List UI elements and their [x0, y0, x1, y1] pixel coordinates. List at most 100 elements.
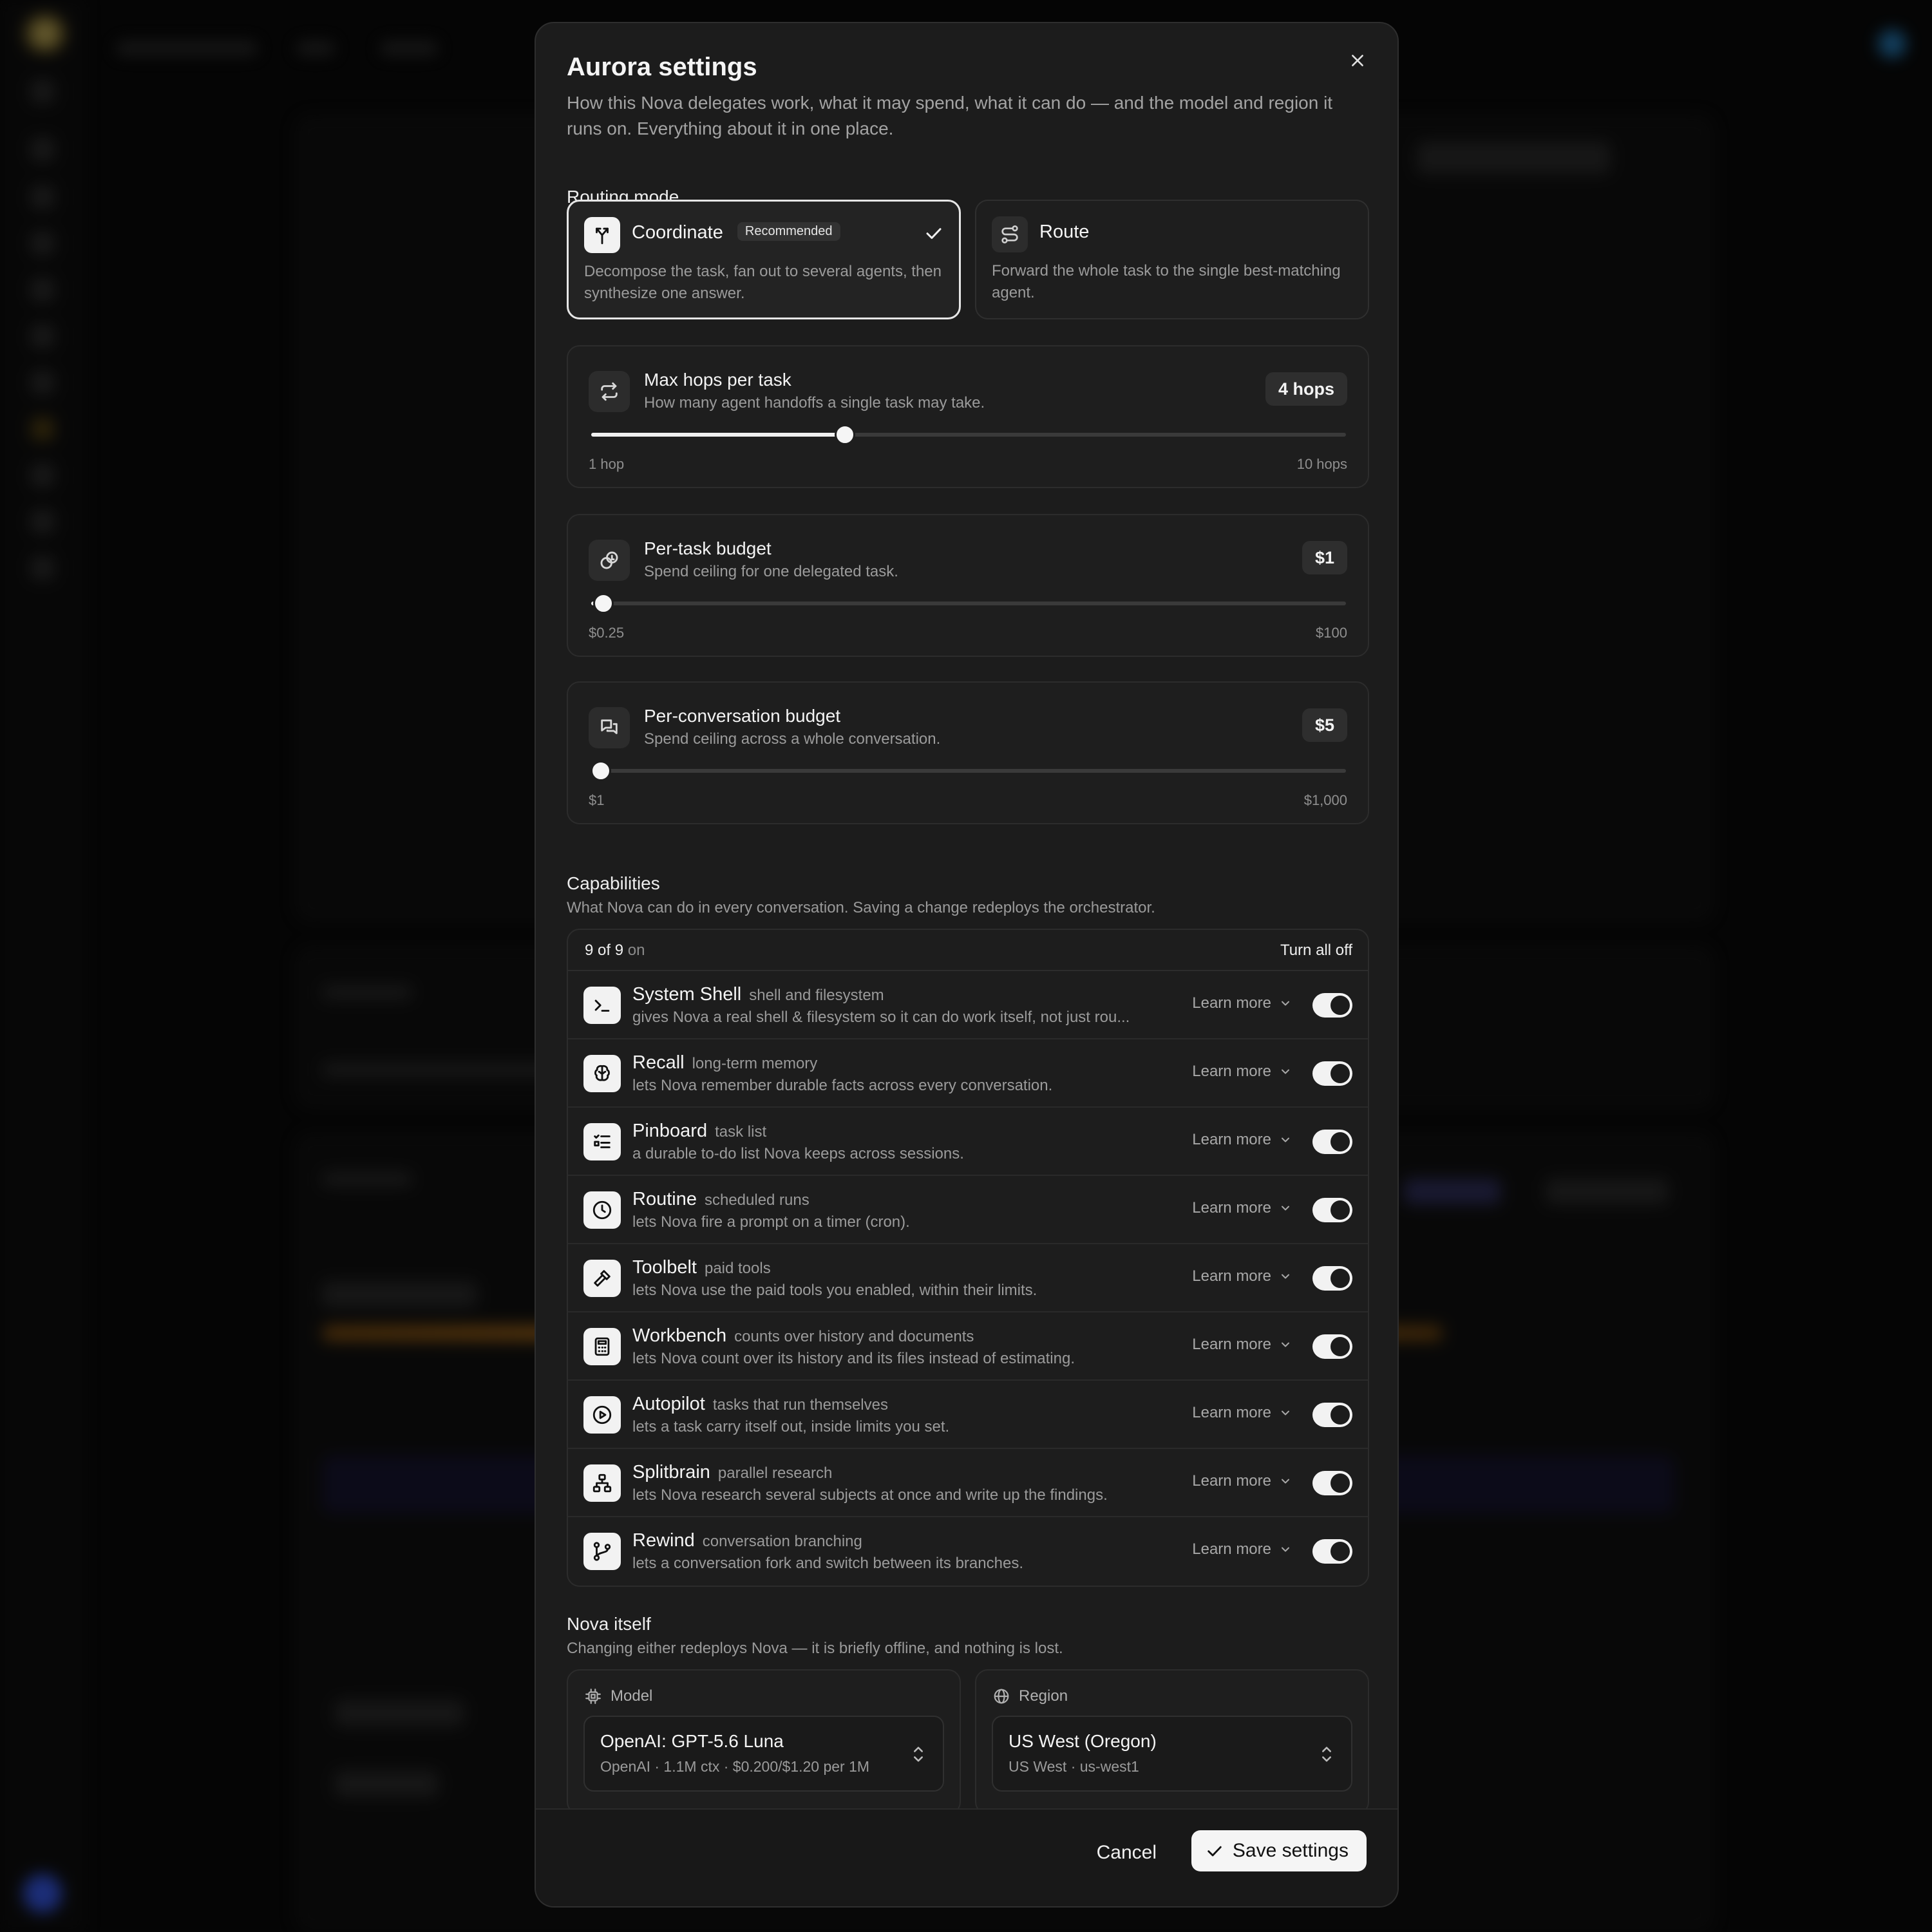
capability-description: lets Nova research several subjects at o… [632, 1486, 1108, 1504]
bg-bar [1417, 142, 1610, 174]
rail-icon [31, 232, 54, 255]
model-details: OpenAI · 1.1M ctx · $0.200/$1.20 per 1M [600, 1758, 870, 1775]
conversation-budget-slider[interactable] [591, 761, 1346, 781]
learn-more-button[interactable]: Learn more [1192, 1063, 1292, 1081]
bg-bar [380, 41, 438, 55]
turn-all-off-button[interactable]: Turn all off [1280, 942, 1352, 960]
nova-itself-description: Changing either redeploys Nova — it is b… [567, 1640, 1063, 1657]
capability-description: lets Nova count over its history and its… [632, 1350, 1075, 1367]
capability-description: lets Nova use the paid tools you enabled… [632, 1282, 1037, 1299]
model-value: OpenAI: GPT-5.6 Luna [600, 1731, 784, 1751]
bg-bar [116, 41, 258, 55]
capability-row-workbench: Workbench counts over history and documen… [568, 1312, 1368, 1381]
routing-option-route[interactable]: Route Forward the whole task to the sing… [975, 200, 1369, 319]
capability-description: lets Nova remember durable facts across … [632, 1077, 1053, 1094]
settings-modal: Aurora settings How this Nova delegates … [535, 22, 1399, 1908]
capabilities-description: What Nova can do in every conversation. … [567, 899, 1155, 916]
learn-more-button[interactable]: Learn more [1192, 1472, 1292, 1490]
learn-more-button[interactable]: Learn more [1192, 1267, 1292, 1285]
capability-description: lets Nova fire a prompt on a timer (cron… [632, 1213, 910, 1231]
learn-more-button[interactable]: Learn more [1192, 1199, 1292, 1217]
capability-tag: scheduled runs [704, 1191, 810, 1209]
toggle-knob [1331, 1473, 1350, 1493]
network-icon [583, 1464, 621, 1502]
capability-toggle[interactable] [1312, 993, 1352, 1018]
chevron-down-icon [1282, 1547, 1289, 1552]
toggle-knob [1331, 996, 1350, 1015]
learn-more-button[interactable]: Learn more [1192, 1540, 1292, 1558]
region-details: US West · us-west1 [1009, 1758, 1139, 1775]
learn-more-button[interactable]: Learn more [1192, 1404, 1292, 1422]
capability-description: lets a task carry itself out, inside lim… [632, 1418, 950, 1435]
rail-icon [31, 138, 54, 161]
nova-itself-label: Nova itself [567, 1614, 651, 1634]
cancel-button[interactable]: Cancel [1085, 1833, 1168, 1873]
bg-bar [335, 1700, 464, 1726]
capability-tag: tasks that run themselves [712, 1396, 888, 1414]
capability-toggle[interactable] [1312, 1471, 1352, 1495]
git-branch-icon [583, 1533, 621, 1570]
chevron-down-icon [1282, 1479, 1289, 1484]
recommended-badge: Recommended [737, 222, 840, 241]
clock-icon [583, 1191, 621, 1229]
slider-title: Max hops per task [644, 370, 791, 390]
learn-more-button[interactable]: Learn more [1192, 1336, 1292, 1354]
chevron-down-icon [1282, 1342, 1289, 1347]
capability-tag: task list [715, 1123, 767, 1141]
routing-option-description: Forward the whole task to the single bes… [992, 262, 1341, 301]
per-task-budget-card: Per-task budget Spend ceiling for one de… [567, 514, 1369, 657]
globe-icon [994, 1689, 1009, 1704]
model-select[interactable]: OpenAI: GPT-5.6 Luna OpenAI · 1.1M ctx ·… [583, 1716, 944, 1792]
capability-description: lets a conversation fork and switch betw… [632, 1555, 1023, 1572]
save-settings-button[interactable]: Save settings [1191, 1830, 1367, 1871]
check-icon [1208, 1846, 1222, 1857]
bg-bar [335, 1771, 438, 1797]
slider-min-label: $0.25 [589, 625, 625, 641]
capability-toggle[interactable] [1312, 1198, 1352, 1222]
routing-option-description: Decompose the task, fan out to several a… [584, 263, 942, 302]
slider-max-label: 10 hops [1296, 456, 1347, 472]
slider-thumb[interactable] [592, 593, 614, 614]
capability-toggle[interactable] [1312, 1539, 1352, 1564]
brain-icon [583, 1055, 621, 1092]
hops-value-badge: 4 hops [1265, 372, 1347, 406]
slider-description: Spend ceiling for one delegated task. [644, 563, 898, 580]
status-dot [1878, 30, 1906, 58]
capability-toggle[interactable] [1312, 1403, 1352, 1427]
terminal-icon [583, 987, 621, 1024]
slider-thumb[interactable] [834, 424, 855, 445]
learn-more-button[interactable]: Learn more [1192, 994, 1292, 1012]
task-budget-slider[interactable] [591, 593, 1346, 614]
capability-row-splitbrain: Splitbrain parallel research lets Nova res… [568, 1449, 1368, 1517]
capability-name: Autopilot tasks that run themselves [632, 1394, 888, 1414]
capability-description: gives Nova a real shell & filesystem so … [632, 1009, 1130, 1026]
hops-slider[interactable] [591, 424, 1346, 445]
play-circle-icon [583, 1396, 621, 1434]
slider-thumb[interactable] [591, 761, 612, 781]
toggle-knob [1331, 1269, 1350, 1288]
region-select[interactable]: US West (Oregon) US West · us-west1 [992, 1716, 1352, 1792]
per-conversation-budget-card: Per-conversation budget Spend ceiling ac… [567, 681, 1369, 824]
chevron-down-icon [1282, 1137, 1289, 1142]
chevron-down-icon [1282, 1410, 1289, 1416]
toggle-knob [1331, 1200, 1350, 1220]
capability-toggle[interactable] [1312, 1061, 1352, 1086]
routing-option-name: Coordinate Recommended [632, 222, 840, 243]
capability-tag: counts over history and documents [734, 1328, 974, 1345]
routing-option-coordinate[interactable]: Coordinate Recommended Decompose the task… [567, 200, 961, 319]
close-button[interactable] [1340, 43, 1376, 79]
slider-fill [591, 433, 845, 437]
bg-bar [296, 41, 335, 55]
chevron-down-icon [1282, 1069, 1289, 1074]
learn-more-button[interactable]: Learn more [1192, 1131, 1292, 1149]
capability-toggle[interactable] [1312, 1130, 1352, 1154]
chevron-down-icon [1282, 1274, 1289, 1279]
slider-description: How many agent handoffs a single task ma… [644, 394, 985, 412]
chip-icon [585, 1689, 601, 1704]
capability-description: a durable to-do list Nova keeps across s… [632, 1145, 964, 1162]
capability-toggle[interactable] [1312, 1266, 1352, 1291]
modal-title: Aurora settings [567, 53, 757, 81]
capability-toggle[interactable] [1312, 1334, 1352, 1359]
rail-icon [31, 417, 54, 440]
route-icon [992, 216, 1028, 252]
